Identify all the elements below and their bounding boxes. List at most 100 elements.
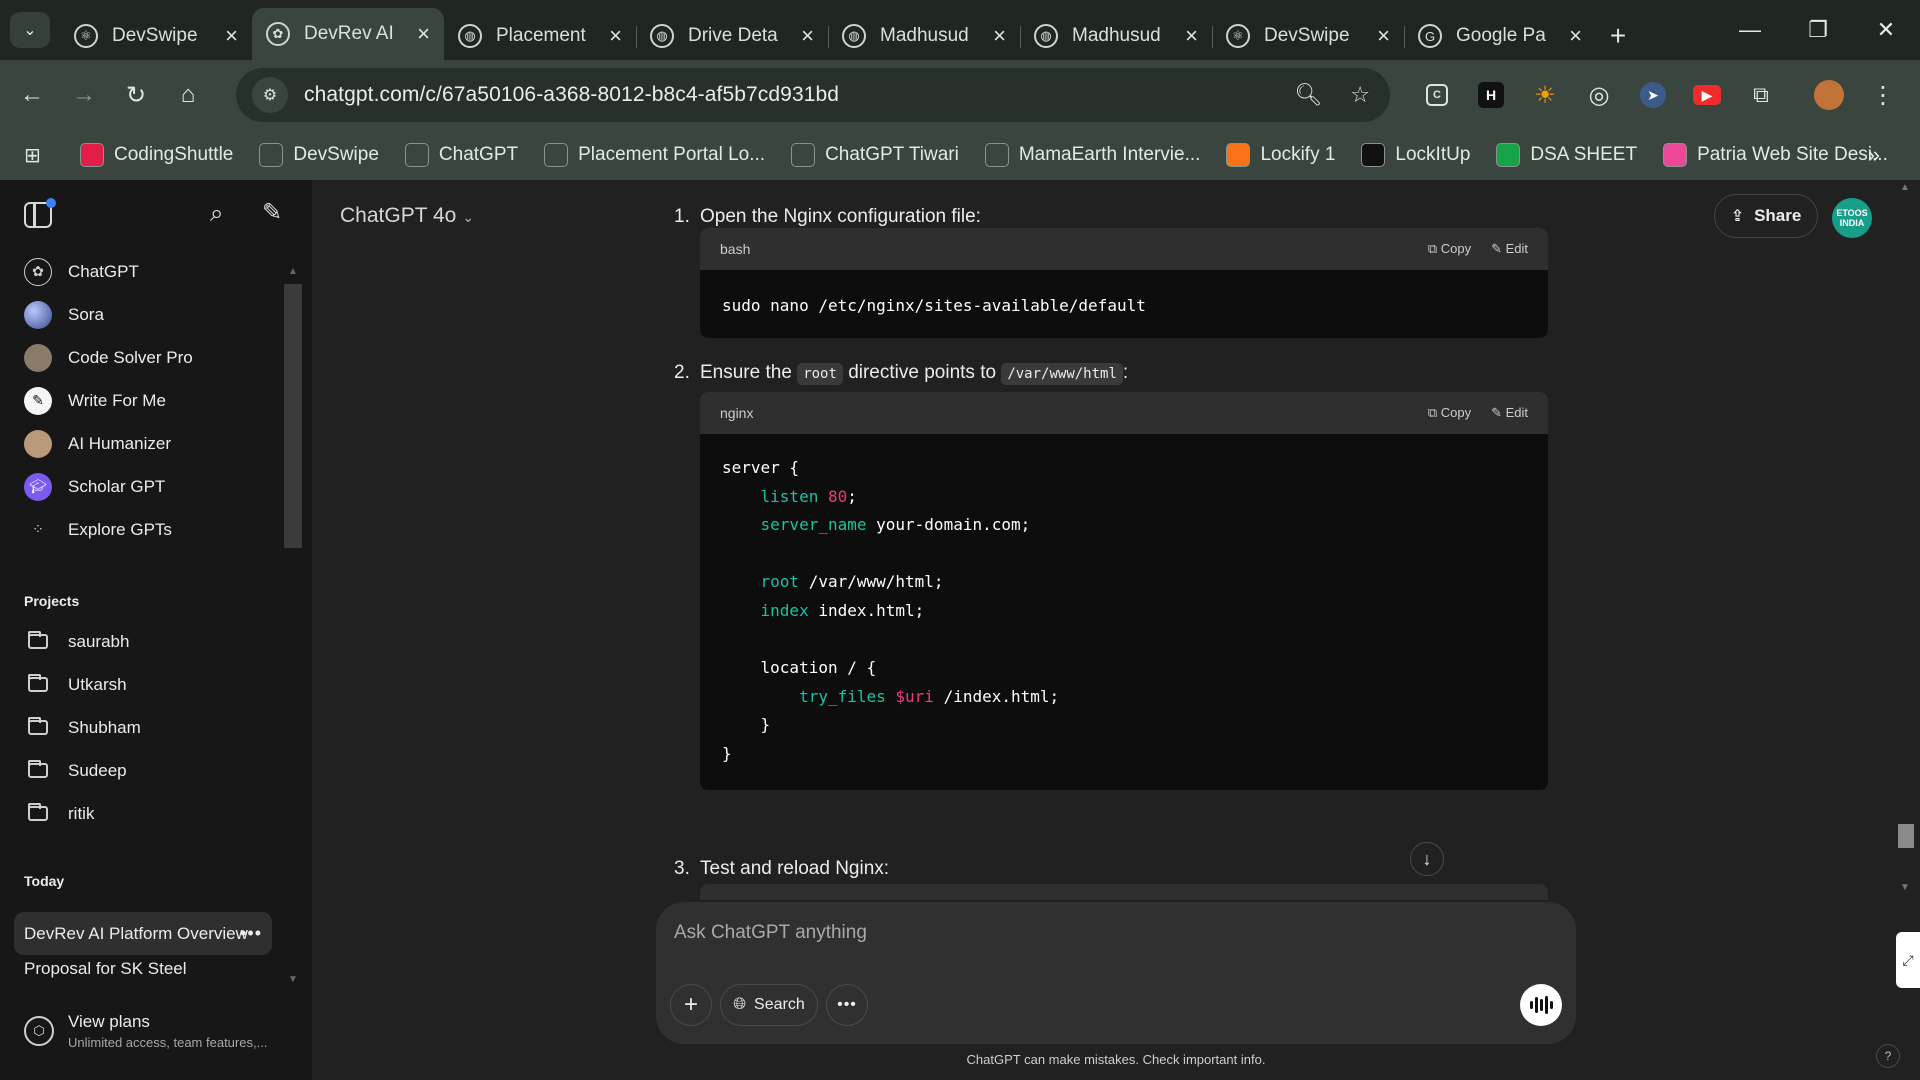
attach-button[interactable]: + xyxy=(670,984,712,1026)
copy-button[interactable]: ⧉ Copy xyxy=(1428,241,1471,257)
sidebar-scrollbar[interactable]: ▲ xyxy=(282,266,304,548)
minimize-button[interactable]: — xyxy=(1716,0,1784,60)
browser-tab[interactable]: ⚛ DevSwipe × xyxy=(60,14,252,58)
step-text: directive points to xyxy=(848,362,997,383)
close-tab-icon[interactable]: × xyxy=(801,23,814,49)
share-button[interactable]: ⇪ Share xyxy=(1714,194,1818,238)
sidebar-gpt-item[interactable]: 🎓︎ Scholar GPT xyxy=(14,465,284,508)
profile-avatar[interactable] xyxy=(1802,68,1856,122)
browser-tab[interactable]: ◍ Placement × xyxy=(444,14,636,58)
browser-tab[interactable]: ◍ Drive Deta × xyxy=(636,14,828,58)
sidebar-gpt-item[interactable]: ⁘ Explore GPTs xyxy=(14,508,284,551)
url-text[interactable]: chatgpt.com/c/67a50106-a368-8012-b8c4-af… xyxy=(304,83,839,107)
model-selector[interactable]: ChatGPT 4o ⌄ xyxy=(340,204,474,228)
bookmark-item[interactable]: ChatGPT Tiwari xyxy=(791,143,959,167)
close-window-button[interactable]: ✕ xyxy=(1852,0,1920,60)
close-tab-icon[interactable]: × xyxy=(993,23,1006,49)
more-bookmarks-icon[interactable]: » xyxy=(1868,142,1880,168)
reload-button[interactable]: ↻ xyxy=(110,69,162,121)
sidebar-project-item[interactable]: Shubham xyxy=(14,706,284,749)
bookmark-item[interactable]: Placement Portal Lo... xyxy=(544,143,765,167)
scrollbar-thumb[interactable] xyxy=(1898,824,1914,848)
browser-tab[interactable]: ◍ Madhusud × xyxy=(828,14,1020,58)
tab-title: DevSwipe xyxy=(112,25,198,46)
home-button[interactable]: ⌂ xyxy=(162,69,214,121)
user-avatar[interactable]: ETOOS INDIA xyxy=(1832,198,1872,238)
bookmark-item[interactable]: ChatGPT xyxy=(404,143,518,167)
voice-mode-button[interactable] xyxy=(1520,984,1562,1026)
scholar-icon: 🎓︎ xyxy=(24,472,52,501)
new-tab-button[interactable]: + xyxy=(1596,14,1640,58)
site-info-icon[interactable]: ⚙ xyxy=(252,77,288,113)
close-tab-icon[interactable]: × xyxy=(1569,23,1582,49)
sidebar-project-item[interactable]: ritik xyxy=(14,792,284,835)
more-tools-button[interactable]: ••• xyxy=(826,984,868,1026)
search-toggle-button[interactable]: 🌐︎ Search xyxy=(720,984,818,1026)
scroll-to-bottom-button[interactable]: ↓ xyxy=(1410,842,1444,876)
browser-menu-icon[interactable]: ⋮ xyxy=(1856,68,1910,122)
sidebar-project-item[interactable]: Utkarsh xyxy=(14,663,284,706)
sidebar-gpt-item[interactable]: ✿ ChatGPT xyxy=(14,250,284,293)
bookmark-item[interactable]: LockItUp xyxy=(1361,143,1470,167)
browser-tab[interactable]: ◍ Madhusud × xyxy=(1020,14,1212,58)
prompt-input[interactable]: Ask ChatGPT anything xyxy=(674,922,867,944)
new-chat-icon[interactable]: ✎ xyxy=(262,198,282,227)
close-tab-icon[interactable]: × xyxy=(1377,23,1390,49)
extension-cursor-icon[interactable]: ➤ xyxy=(1626,68,1680,122)
edit-button[interactable]: ✎ Edit xyxy=(1491,241,1528,257)
close-tab-icon[interactable]: × xyxy=(417,21,430,47)
sidebar-gpt-item[interactable]: AI Humanizer xyxy=(14,422,284,465)
edit-button[interactable]: ✎ Edit xyxy=(1491,405,1528,421)
bookmark-item[interactable]: Lockify 1 xyxy=(1226,143,1335,167)
sidebar-project-item[interactable]: Sudeep xyxy=(14,749,284,792)
tab-search-button[interactable]: ⌄ xyxy=(10,12,50,48)
bookmark-star-icon[interactable]: ☆ xyxy=(1350,82,1370,108)
browser-tab[interactable]: ✿ DevRev AI × xyxy=(252,8,444,60)
address-bar[interactable]: ⚙ chatgpt.com/c/67a50106-a368-8012-b8c4-… xyxy=(236,68,1390,122)
scroll-up-icon[interactable]: ▲ xyxy=(288,266,298,277)
extensions-puzzle-icon[interactable]: ⧉ xyxy=(1734,68,1788,122)
sidebar-project-item[interactable]: saurabh xyxy=(14,620,284,663)
browser-tab[interactable]: ⚛ DevSwipe × xyxy=(1212,14,1404,58)
bookmark-item[interactable]: DevSwipe xyxy=(259,143,379,167)
browser-tab[interactable]: G Google Pa × xyxy=(1404,14,1596,58)
gpt-label: Code Solver Pro xyxy=(68,347,193,367)
close-tab-icon[interactable]: × xyxy=(225,23,238,49)
extension-c-icon[interactable]: C xyxy=(1410,68,1464,122)
side-panel-tab[interactable]: ⤢ xyxy=(1896,932,1920,988)
search-icon[interactable]: ⌕ xyxy=(210,200,223,228)
extension-youtube-icon[interactable]: ▶ xyxy=(1680,68,1734,122)
sidebar-chat-item[interactable]: Proposal for SK Steel xyxy=(14,947,272,990)
close-tab-icon[interactable]: × xyxy=(1185,23,1198,49)
extension-hack-icon[interactable]: H xyxy=(1464,68,1518,122)
tab-title: Google Pa xyxy=(1456,25,1546,46)
restore-button[interactable]: ❐ xyxy=(1784,0,1852,60)
scroll-up-icon[interactable]: ▲ xyxy=(1900,182,1910,193)
tab-title: DevRev AI xyxy=(304,23,394,44)
scrollbar-thumb[interactable] xyxy=(284,284,302,548)
scroll-down-icon[interactable]: ▼ xyxy=(1900,882,1910,893)
apps-grid-icon[interactable]: ⊞ xyxy=(24,143,52,168)
sidebar-gpt-item[interactable]: Code Solver Pro xyxy=(14,336,284,379)
extension-target-icon[interactable]: ◎ xyxy=(1572,68,1626,122)
extension-sun-icon[interactable]: ☀ xyxy=(1518,68,1572,122)
folder-icon xyxy=(28,674,48,692)
openai-icon: ✿ xyxy=(24,257,52,286)
zoom-icon[interactable]: 🔍︎ xyxy=(1294,82,1322,108)
forward-button[interactable]: → xyxy=(58,69,110,121)
sidebar-gpt-item[interactable]: ✎ Write For Me xyxy=(14,379,284,422)
copy-button[interactable]: ⧉ Copy xyxy=(1428,405,1471,421)
scroll-down-icon[interactable]: ▼ xyxy=(288,974,298,985)
code-block-bash: bash ⧉ Copy ✎ Edit sudo nano /etc/nginx/… xyxy=(700,228,1548,338)
sidebar-gpt-item[interactable]: Sora xyxy=(14,293,284,336)
view-plans-button[interactable]: ⬡ View plans Unlimited access, team feat… xyxy=(24,1012,267,1050)
bookmark-item[interactable]: MamaEarth Intervie... xyxy=(984,143,1200,167)
back-button[interactable]: ← xyxy=(6,69,58,121)
page-scrollbar[interactable]: ▲ ▼ xyxy=(1894,180,1914,900)
bookmark-item[interactable]: DSA SHEET xyxy=(1496,143,1637,167)
chat-options-icon[interactable]: ••• xyxy=(240,923,262,944)
bookmark-item[interactable]: CodingShuttle xyxy=(80,143,233,167)
close-tab-icon[interactable]: × xyxy=(609,23,622,49)
help-icon[interactable]: ? xyxy=(1876,1044,1900,1068)
bookmark-item[interactable]: Patria Web Site Desi... xyxy=(1663,143,1888,167)
